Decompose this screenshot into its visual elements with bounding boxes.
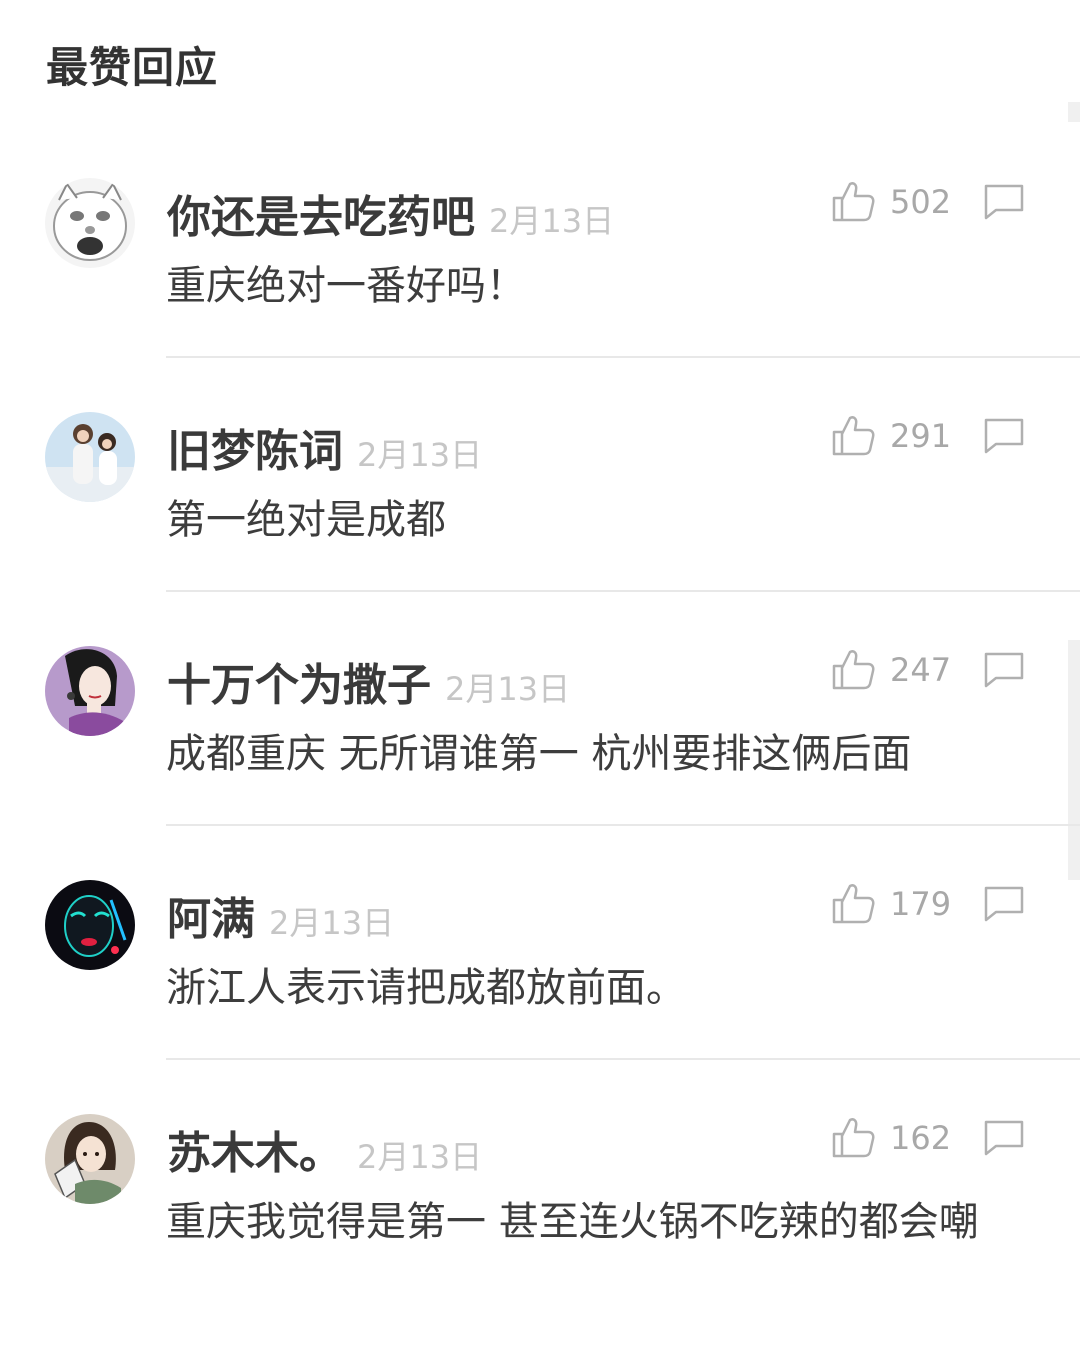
speech-bubble-icon[interactable] <box>982 884 1026 922</box>
timestamp: 2月13日 <box>489 202 615 240</box>
comment-item: 旧梦陈词 2月13日 291 第一绝对是成都 <box>0 412 1080 646</box>
comment-text: 重庆绝对一番好吗！ <box>166 263 526 309</box>
comment-item: 十万个为撒子 2月13日 247 成都重庆 无所谓谁第一 杭州要排这俩后面 <box>0 646 1080 880</box>
timestamp: 2月13日 <box>357 436 483 474</box>
timestamp: 2月13日 <box>269 904 395 942</box>
username[interactable]: 苏木木。 <box>167 1124 343 1184</box>
divider <box>166 590 1080 592</box>
avatar[interactable] <box>45 1114 135 1204</box>
avatar[interactable] <box>45 178 135 268</box>
anime-girl-avatar <box>45 1114 135 1204</box>
avatar[interactable] <box>45 880 135 970</box>
comment-text: 浙江人表示请把成都放前面。 <box>166 965 686 1011</box>
like-count: 179 <box>890 885 952 923</box>
speech-bubble-icon[interactable] <box>982 650 1026 688</box>
speech-bubble-icon[interactable] <box>982 1118 1026 1156</box>
timestamp: 2月13日 <box>445 670 571 708</box>
comment-text: 第一绝对是成都 <box>166 497 446 543</box>
meme-face-avatar <box>45 178 135 268</box>
illustrated-woman-avatar <box>45 646 135 736</box>
username[interactable]: 十万个为撒子 <box>167 656 431 716</box>
thumbs-up-icon[interactable] <box>830 646 876 692</box>
section-title: 最赞回应 <box>46 43 219 92</box>
username[interactable]: 你还是去吃药吧 <box>167 188 475 248</box>
thumbs-up-icon[interactable] <box>830 1114 876 1160</box>
divider <box>166 1058 1080 1060</box>
comment-item: 阿满 2月13日 179 浙江人表示请把成都放前面。 <box>0 880 1080 1114</box>
couple-photo-avatar <box>45 412 135 502</box>
thumbs-up-icon[interactable] <box>830 880 876 926</box>
timestamp: 2月13日 <box>357 1138 483 1176</box>
divider <box>166 824 1080 826</box>
comment-item: 你还是去吃药吧 2月13日 502 重庆绝对一番好吗！ <box>0 178 1080 412</box>
like-count: 247 <box>890 651 952 689</box>
speech-bubble-icon[interactable] <box>982 416 1026 454</box>
comment-item: 苏木木。 2月13日 162 重庆我觉得是第一 甚至连火锅不吃辣的都会嘲 <box>0 1114 1080 1348</box>
like-count: 162 <box>890 1119 952 1157</box>
comment-text: 成都重庆 无所谓谁第一 杭州要排这俩后面 <box>166 731 912 777</box>
scrollbar-track-top[interactable] <box>1068 102 1080 122</box>
neon-face-avatar <box>45 880 135 970</box>
avatar[interactable] <box>45 412 135 502</box>
username[interactable]: 旧梦陈词 <box>167 422 343 482</box>
thumbs-up-icon[interactable] <box>830 178 876 224</box>
username[interactable]: 阿满 <box>167 890 255 950</box>
thumbs-up-icon[interactable] <box>830 412 876 458</box>
divider <box>166 356 1080 358</box>
avatar[interactable] <box>45 646 135 736</box>
speech-bubble-icon[interactable] <box>982 182 1026 220</box>
like-count: 291 <box>890 417 952 455</box>
like-count: 502 <box>890 183 952 221</box>
comment-text: 重庆我觉得是第一 甚至连火锅不吃辣的都会嘲 <box>166 1199 979 1245</box>
